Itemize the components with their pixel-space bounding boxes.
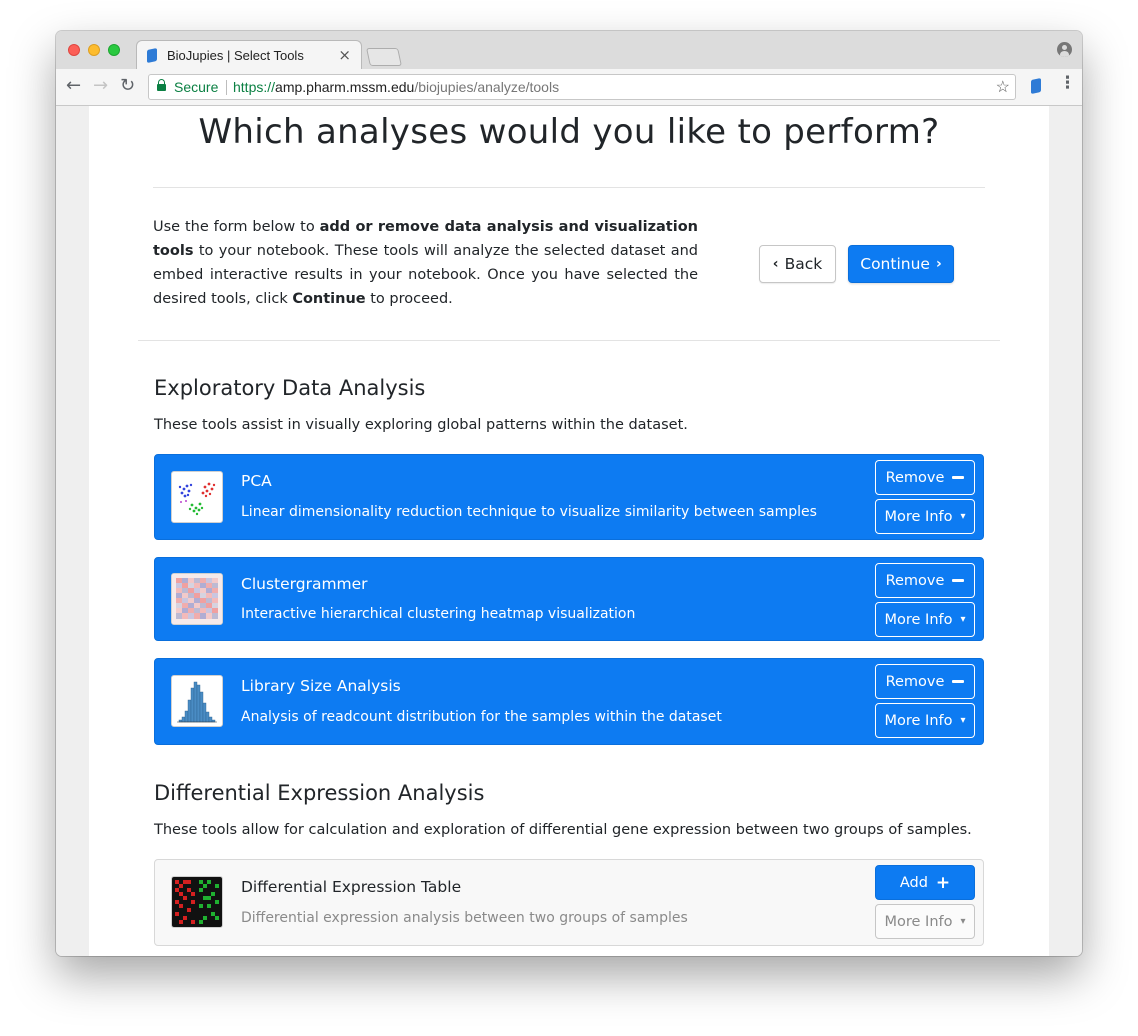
remove-button[interactable]: Remove — [875, 460, 975, 495]
minus-icon — [952, 680, 965, 683]
tab-strip: BioJupies | Select Tools × — [56, 31, 1082, 70]
intro-text: Use the form below to add or remove data… — [153, 219, 698, 307]
tool-card-differential-expression-table[interactable]: Differential Expression Table Differenti… — [154, 859, 984, 946]
back-button-label: Back — [784, 255, 823, 273]
tool-card-pca[interactable]: PCA Linear dimensionality reduction tech… — [154, 454, 984, 540]
tab-title: BioJupies | Select Tools — [167, 48, 304, 63]
extension-icon[interactable] — [1031, 77, 1041, 95]
url-path: /biojupies/analyze/tools — [414, 79, 560, 95]
menu-icon[interactable]: ⋮ — [1059, 73, 1076, 93]
chevron-down-icon: ▾ — [960, 614, 966, 625]
tool-name: Library Size Analysis — [241, 677, 401, 695]
differential-expression-thumbnail — [171, 876, 223, 928]
tool-card-library-size[interactable]: Library Size Analysis Analysis of readco… — [154, 658, 984, 745]
chevron-down-icon: ▾ — [960, 511, 966, 522]
remove-button[interactable]: Remove — [875, 563, 975, 598]
divider — [153, 187, 985, 188]
minus-icon — [952, 476, 965, 479]
continue-button-label: Continue — [860, 255, 930, 273]
close-window-button[interactable] — [68, 44, 80, 56]
more-info-button[interactable]: More Info ▾ — [875, 602, 975, 637]
pca-thumbnail — [171, 471, 223, 523]
profile-icon[interactable] — [1057, 42, 1072, 57]
more-info-button[interactable]: More Info ▾ — [875, 703, 975, 738]
tool-description: Differential expression analysis between… — [241, 910, 688, 926]
remove-button-label: Remove — [885, 469, 945, 486]
more-info-label: More Info — [884, 508, 953, 525]
remove-button-label: Remove — [885, 572, 945, 589]
omnibox-divider — [226, 80, 227, 95]
section-title-exploratory: Exploratory Data Analysis — [154, 376, 426, 400]
page-viewport[interactable]: Which analyses would you like to perform… — [56, 106, 1082, 956]
minus-icon — [952, 579, 965, 582]
section-description-differential: These tools allow for calculation and ex… — [154, 822, 972, 838]
tool-card-clustergrammer[interactable]: Clustergrammer Interactive hierarchical … — [154, 557, 984, 641]
divider — [138, 340, 1000, 341]
star-icon[interactable]: ☆ — [996, 77, 1010, 97]
tool-description: Analysis of readcount distribution for t… — [241, 709, 722, 725]
clustergrammer-thumbnail — [171, 573, 223, 625]
more-info-button[interactable]: More Info ▾ — [875, 904, 975, 939]
add-button-label: Add — [899, 874, 928, 891]
chevron-right-icon: › — [935, 256, 942, 272]
tool-name: PCA — [241, 472, 272, 490]
page-content: Which analyses would you like to perform… — [89, 106, 1049, 956]
tab-close-icon[interactable]: × — [338, 46, 351, 64]
browser-toolbar: ← → ↻ Secure https://amp.pharm.mssm.edu/… — [56, 69, 1082, 106]
minimize-window-button[interactable] — [88, 44, 100, 56]
url-host: amp.pharm.mssm.edu — [275, 79, 415, 95]
chevron-left-icon: ‹ — [772, 256, 779, 272]
tool-description: Linear dimensionality reduction techniqu… — [241, 504, 817, 520]
more-info-label: More Info — [884, 913, 953, 930]
tool-name: Clustergrammer — [241, 575, 368, 593]
page-title: Which analyses would you like to perform… — [198, 112, 940, 152]
library-size-thumbnail — [171, 675, 223, 727]
new-tab-button[interactable] — [366, 48, 402, 66]
biojupies-favicon-icon — [147, 47, 157, 64]
secure-label: Secure — [174, 79, 219, 95]
reload-icon[interactable]: ↻ — [120, 75, 135, 97]
zoom-window-button[interactable] — [108, 44, 120, 56]
section-description-exploratory: These tools assist in visually exploring… — [154, 417, 688, 433]
remove-button-label: Remove — [885, 673, 945, 690]
add-button[interactable]: Add + — [875, 865, 975, 900]
back-button[interactable]: ‹ Back — [759, 245, 836, 283]
browser-window: BioJupies | Select Tools × ← → ↻ Secure … — [56, 31, 1082, 956]
more-info-button[interactable]: More Info ▾ — [875, 499, 975, 534]
remove-button[interactable]: Remove — [875, 664, 975, 699]
back-arrow-icon[interactable]: ← — [66, 75, 81, 97]
section-title-differential: Differential Expression Analysis — [154, 781, 485, 805]
url-protocol: https:// — [233, 79, 276, 95]
chevron-down-icon: ▾ — [960, 715, 966, 726]
lock-icon — [157, 79, 166, 91]
tool-description: Interactive hierarchical clustering heat… — [241, 606, 636, 622]
forward-arrow-icon[interactable]: → — [93, 75, 108, 97]
plus-icon: + — [935, 872, 951, 893]
tool-name: Differential Expression Table — [241, 878, 462, 896]
browser-tab[interactable]: BioJupies | Select Tools × — [136, 40, 362, 70]
chevron-down-icon: ▾ — [960, 916, 966, 927]
url-text[interactable]: https://amp.pharm.mssm.edu/biojupies/ana… — [233, 79, 559, 95]
more-info-label: More Info — [884, 712, 953, 729]
continue-button[interactable]: Continue › — [848, 245, 954, 283]
address-bar[interactable]: Secure https://amp.pharm.mssm.edu/biojup… — [148, 74, 1016, 100]
more-info-label: More Info — [884, 611, 953, 628]
